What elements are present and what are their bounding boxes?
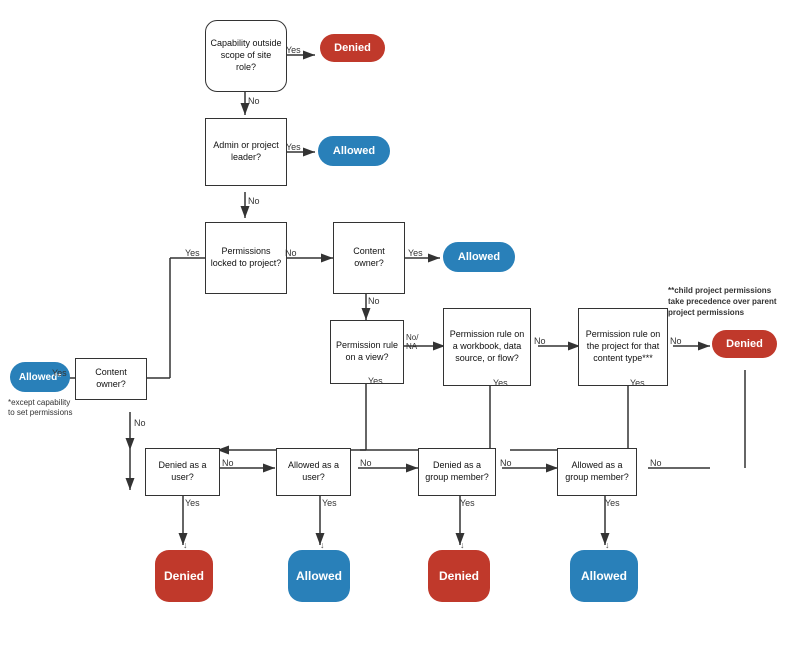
allowed-bottom2-badge: Allowed [288,550,350,602]
content-owner1-node: Content owner? [333,222,405,294]
no-label-denieduser: No [222,458,234,468]
no-label-cap: No [248,96,260,106]
denied-top-badge: Denied [320,34,385,62]
allowed-bottom4-badge: Allowed [570,550,638,602]
yes-label-cap: Yes [286,45,301,55]
allowed-admin-badge: Allowed [318,136,390,166]
yes-label-denieduser: Yes [185,498,200,508]
denied-bottom1-badge: Denied [155,550,213,602]
allowed-group-node: Allowed as a group member? [557,448,637,496]
yes-label-project: Yes [630,378,645,388]
yes-label-db1: ↓ [183,540,188,550]
yes-label-allowedgroup: Yes [605,498,620,508]
capability-node: Capability outside scope of site role? [205,20,287,92]
yes-label-view: Yes [368,376,383,386]
no-label-owner2: No [134,418,146,428]
yes-label-workbook: Yes [493,378,508,388]
perm-project-node: Permission rule on the project for that … [578,308,668,386]
no-label-admin: No [248,196,260,206]
yes-label-deniedgroup: Yes [460,498,475,508]
yes-label-admin: Yes [286,142,301,152]
no-label-alloweduser: No [360,458,372,468]
no-label-deniedgroup: No [500,458,512,468]
no-label-locked: No [285,248,297,258]
denied-bottom3-badge: Denied [428,550,490,602]
perm-workbook-node: Permission rule on a workbook, data sour… [443,308,531,386]
no-label-allowedgroup: No [650,458,662,468]
nona-label-view: No/NA [406,333,418,351]
allowed-user-node: Allowed as a user? [276,448,351,496]
yes-label-db4: ↓ [605,540,610,550]
admin-node: Admin or project leader? [205,118,287,186]
allowed-owner-badge: Allowed [443,242,515,272]
no-label-workbook: No [534,336,546,346]
permlocked-node: Permissions locked to project? [205,222,287,294]
yes-label-locked: Yes [185,248,200,258]
no-label-project: No [670,336,682,346]
yes-label-db2: ↓ [320,540,325,550]
child-project-note: **child project permissions take precede… [668,285,788,319]
yes-label-owner2: Yes [52,368,67,378]
content-owner2-node: Content owner? [75,358,147,400]
denied-user-node: Denied as a user? [145,448,220,496]
yes-label-alloweduser: Yes [322,498,337,508]
denied-group-node: Denied as a group member? [418,448,496,496]
denied-right-badge: Denied [712,330,777,358]
no-label-owner1: No [368,296,380,306]
yes-label-owner1: Yes [408,248,423,258]
except-note: *except capability to set permissions [8,398,76,419]
perm-view-node: Permission rule on a view? [330,320,404,384]
diagram-container: Capability outside scope of site role? D… [0,0,802,646]
yes-label-db3: ↓ [460,540,465,550]
